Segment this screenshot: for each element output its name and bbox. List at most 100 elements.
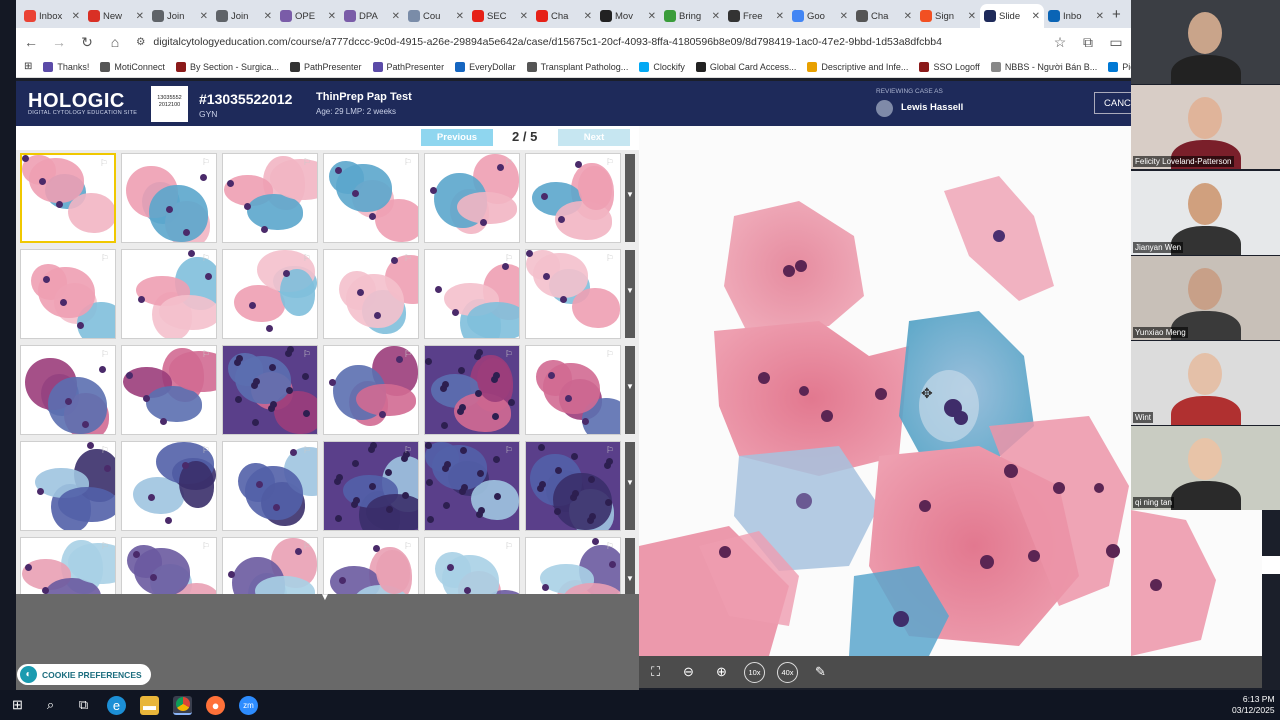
slide-thumbnail[interactable]: ⚐	[525, 249, 621, 339]
row-expand-icon[interactable]: ▼	[625, 382, 635, 391]
browser-tab[interactable]: New ✕	[84, 4, 148, 28]
participant-video[interactable]	[1131, 0, 1280, 84]
bookmark-item[interactable]: MotiConnect	[100, 61, 165, 72]
zoom-in-icon[interactable]: ⊕	[711, 662, 732, 683]
slide-thumbnail[interactable]: ⚐	[323, 441, 419, 531]
flag-icon[interactable]: ⚐	[404, 349, 412, 360]
browser-tab[interactable]: Cou ✕	[404, 4, 468, 28]
tab-close-icon[interactable]: ✕	[840, 11, 848, 22]
browser-tab[interactable]: Bring ✕	[660, 4, 724, 28]
tab-close-icon[interactable]: ✕	[1096, 11, 1104, 22]
tab-close-icon[interactable]: ✕	[904, 11, 912, 22]
bookmark-item[interactable]: Descriptive and Infe...	[807, 61, 908, 72]
tab-close-icon[interactable]: ✕	[968, 11, 976, 22]
browser-tab[interactable]: Mov ✕	[596, 4, 660, 28]
slide-viewer-image[interactable]	[639, 126, 1131, 656]
previous-button[interactable]: Previous	[421, 129, 493, 146]
bookmark-star-icon[interactable]: ☆	[1053, 34, 1067, 51]
browser-tab[interactable]: Cha ✕	[532, 4, 596, 28]
cookie-preferences-button[interactable]: ◐ COOKIE PREFERENCES	[17, 664, 151, 685]
flag-icon[interactable]: ⚐	[303, 157, 311, 168]
slide-thumbnail[interactable]: ⚐	[121, 249, 217, 339]
bookmark-item[interactable]: Picture library - One...	[1108, 61, 1131, 72]
next-button[interactable]: Next	[558, 129, 630, 146]
flag-icon[interactable]: ⚐	[101, 445, 109, 456]
slide-thumbnail[interactable]: ⚐	[424, 537, 520, 594]
browser-tab[interactable]: Slide ✕	[980, 4, 1044, 28]
pen-icon[interactable]: ✎	[810, 662, 831, 683]
zoom-10x-button[interactable]: 10x	[744, 661, 765, 683]
zoom-icon[interactable]: zm	[239, 695, 258, 715]
tab-close-icon[interactable]: ✕	[648, 11, 656, 22]
row-scrollbar[interactable]	[625, 538, 635, 594]
flag-icon[interactable]: ⚐	[505, 253, 513, 264]
participant-video[interactable]: Yunxiao Meng	[1131, 256, 1280, 340]
flag-icon[interactable]: ⚐	[303, 349, 311, 360]
new-tab-icon[interactable]: +	[1112, 6, 1121, 23]
flag-icon[interactable]: ⚐	[606, 157, 614, 168]
slide-thumbnail[interactable]: ⚐	[222, 441, 318, 531]
tab-close-icon[interactable]: ✕	[200, 11, 208, 22]
slide-thumbnail[interactable]: ⚐	[525, 153, 621, 243]
flag-icon[interactable]: ⚐	[505, 445, 513, 456]
slide-thumbnail[interactable]: ⚐	[222, 345, 318, 435]
flag-icon[interactable]: ⚐	[404, 157, 412, 168]
flag-icon[interactable]: ⚐	[606, 541, 614, 552]
flag-icon[interactable]: ⚐	[404, 253, 412, 264]
tab-close-icon[interactable]: ✕	[712, 11, 720, 22]
bookmark-item[interactable]: SSO Logoff	[919, 61, 980, 72]
participant-video[interactable]: Jianyan Wen	[1131, 171, 1280, 255]
slide-thumbnail[interactable]: ⚐	[323, 345, 419, 435]
browser-tab[interactable]: Join ✕	[212, 4, 276, 28]
flag-icon[interactable]: ⚐	[202, 157, 210, 168]
flag-icon[interactable]: ⚐	[202, 445, 210, 456]
firefox-icon[interactable]: ●	[206, 695, 225, 715]
browser-tab[interactable]: Join ✕	[148, 4, 212, 28]
slide-thumbnail[interactable]: ⚐	[20, 537, 116, 594]
tab-close-icon[interactable]: ✕	[456, 11, 464, 22]
flag-icon[interactable]: ⚐	[404, 541, 412, 552]
flag-icon[interactable]: ⚐	[303, 253, 311, 264]
slide-thumbnail[interactable]: ⚐	[424, 249, 520, 339]
slide-thumbnail[interactable]: ⚐	[222, 537, 318, 594]
flag-icon[interactable]: ⚐	[606, 445, 614, 456]
participant-video[interactable]: Felicity Loveland-Patterson	[1131, 85, 1280, 169]
browser-tab[interactable]: Goo ✕	[788, 4, 852, 28]
row-expand-icon[interactable]: ▼	[625, 478, 635, 487]
tab-close-icon[interactable]: ✕	[1032, 11, 1040, 22]
flag-icon[interactable]: ⚐	[202, 349, 210, 360]
zoom-out-icon[interactable]: ⊖	[678, 662, 699, 683]
search-icon[interactable]: ⌕	[41, 696, 60, 715]
browser-tab[interactable]: DPA ✕	[340, 4, 404, 28]
url-field[interactable]: ⚙ digitalcytologyeducation.com/course/a7…	[136, 31, 1039, 53]
flag-icon[interactable]: ⚐	[101, 349, 109, 360]
zoom-40x-button[interactable]: 40x	[777, 661, 798, 683]
flag-icon[interactable]: ⚐	[100, 158, 108, 169]
slide-thumbnail[interactable]: ⚐	[525, 537, 621, 594]
browser-tab[interactable]: Free ✕	[724, 4, 788, 28]
slide-thumbnail[interactable]: ⚐	[20, 153, 116, 243]
slide-thumbnail[interactable]: ⚐	[323, 537, 419, 594]
flag-icon[interactable]: ⚐	[505, 157, 513, 168]
apps-grid-icon[interactable]: ⊞	[24, 61, 32, 72]
slide-thumbnail[interactable]: ⚐	[424, 441, 520, 531]
tab-close-icon[interactable]: ✕	[776, 11, 784, 22]
bookmark-item[interactable]: Clockify	[639, 61, 685, 72]
flag-icon[interactable]: ⚐	[303, 541, 311, 552]
flag-icon[interactable]: ⚐	[606, 253, 614, 264]
flag-icon[interactable]: ⚐	[101, 253, 109, 264]
slide-thumbnail[interactable]: ⚐	[424, 153, 520, 243]
browser-tab[interactable]: Sign ✕	[916, 4, 980, 28]
reload-icon[interactable]: ↻	[80, 34, 94, 51]
bookmark-item[interactable]: Global Card Access...	[695, 61, 796, 72]
flag-icon[interactable]: ⚐	[505, 541, 513, 552]
slide-thumbnail[interactable]: ⚐	[121, 153, 217, 243]
cancel-button[interactable]: CANCEL	[1094, 92, 1134, 114]
flag-icon[interactable]: ⚐	[606, 349, 614, 360]
browser-tab[interactable]: Cha ✕	[852, 4, 916, 28]
row-expand-icon[interactable]: ▼	[625, 286, 635, 295]
flag-icon[interactable]: ⚐	[202, 541, 210, 552]
bookmark-item[interactable]: Transplant Patholog...	[526, 61, 628, 72]
chrome-icon[interactable]	[173, 695, 192, 715]
tab-close-icon[interactable]: ✕	[520, 11, 528, 22]
